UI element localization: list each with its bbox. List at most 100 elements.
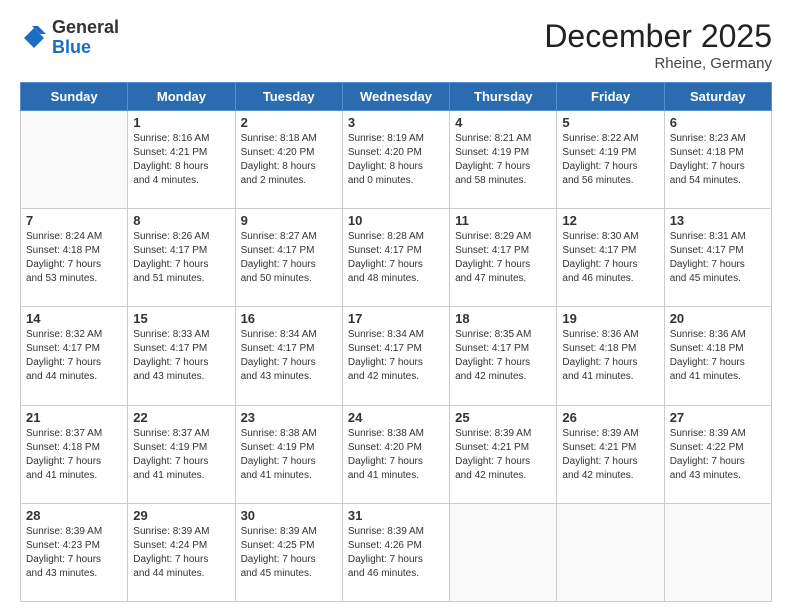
header: General Blue December 2025 Rheine, Germa… bbox=[20, 18, 772, 72]
calendar-cell bbox=[664, 503, 771, 601]
cell-info: Sunrise: 8:39 AMSunset: 4:24 PMDaylight:… bbox=[133, 525, 229, 581]
day-number: 3 bbox=[348, 115, 444, 130]
calendar-cell: 17Sunrise: 8:34 AMSunset: 4:17 PMDayligh… bbox=[342, 307, 449, 405]
cell-info: Sunrise: 8:18 AMSunset: 4:20 PMDaylight:… bbox=[241, 132, 337, 188]
cell-info: Sunrise: 8:23 AMSunset: 4:18 PMDaylight:… bbox=[670, 132, 766, 188]
cell-info: Sunrise: 8:39 AMSunset: 4:22 PMDaylight:… bbox=[670, 427, 766, 483]
cell-info: Sunrise: 8:37 AMSunset: 4:19 PMDaylight:… bbox=[133, 427, 229, 483]
cell-info: Sunrise: 8:34 AMSunset: 4:17 PMDaylight:… bbox=[348, 328, 444, 384]
calendar-cell: 22 Sunrise: 8:37 AMSunset: 4:19 PMDayligh… bbox=[128, 405, 235, 503]
cell-info: Sunrise: 8:38 AMSunset: 4:19 PMDaylight:… bbox=[241, 427, 337, 483]
cell-info: Sunrise: 8:26 AMSunset: 4:17 PMDaylight:… bbox=[133, 230, 229, 286]
calendar-cell: 2 Sunrise: 8:18 AMSunset: 4:20 PMDaylight… bbox=[235, 111, 342, 209]
cell-info: Sunrise: 8:28 AMSunset: 4:17 PMDaylight:… bbox=[348, 230, 444, 286]
calendar-header-saturday: Saturday bbox=[664, 83, 771, 111]
cell-info: Sunrise: 8:21 AMSunset: 4:19 PMDaylight:… bbox=[455, 132, 551, 188]
day-number: 15 bbox=[133, 311, 229, 326]
logo: General Blue bbox=[20, 18, 119, 58]
calendar-cell: 12 Sunrise: 8:30 AMSunset: 4:17 PMDayligh… bbox=[557, 209, 664, 307]
day-number: 22 bbox=[133, 410, 229, 425]
cell-info: Sunrise: 8:39 AMSunset: 4:23 PMDaylight:… bbox=[26, 525, 122, 581]
cell-info: Sunrise: 8:34 AMSunset: 4:17 PMDaylight:… bbox=[241, 328, 337, 384]
calendar-cell bbox=[450, 503, 557, 601]
cell-info: Sunrise: 8:31 AMSunset: 4:17 PMDaylight:… bbox=[670, 230, 766, 286]
calendar-header-wednesday: Wednesday bbox=[342, 83, 449, 111]
calendar-cell: 31 Sunrise: 8:39 AMSunset: 4:26 PMDayligh… bbox=[342, 503, 449, 601]
cell-info: Sunrise: 8:30 AMSunset: 4:17 PMDaylight:… bbox=[562, 230, 658, 286]
day-number: 20 bbox=[670, 311, 766, 326]
calendar-cell: 19 Sunrise: 8:36 AMSunset: 4:18 PMDayligh… bbox=[557, 307, 664, 405]
cell-info: Sunrise: 8:39 AMSunset: 4:26 PMDaylight:… bbox=[348, 525, 444, 581]
cell-info: Sunrise: 8:35 AMSunset: 4:17 PMDaylight:… bbox=[455, 328, 551, 384]
logo-blue-text: Blue bbox=[52, 37, 91, 57]
calendar-week-5: 28 Sunrise: 8:39 AMSunset: 4:23 PMDayligh… bbox=[21, 503, 772, 601]
calendar-cell: 14Sunrise: 8:32 AMSunset: 4:17 PMDayligh… bbox=[21, 307, 128, 405]
calendar-cell: 1 Sunrise: 8:16 AMSunset: 4:21 PMDaylight… bbox=[128, 111, 235, 209]
calendar-week-2: 7Sunrise: 8:24 AMSunset: 4:18 PMDaylight… bbox=[21, 209, 772, 307]
calendar-header-row: SundayMondayTuesdayWednesdayThursdayFrid… bbox=[21, 83, 772, 111]
calendar-cell: 16 Sunrise: 8:34 AMSunset: 4:17 PMDayligh… bbox=[235, 307, 342, 405]
subtitle: Rheine, Germany bbox=[544, 55, 772, 72]
cell-info: Sunrise: 8:39 AMSunset: 4:21 PMDaylight:… bbox=[455, 427, 551, 483]
month-title: December 2025 bbox=[544, 18, 772, 55]
day-number: 2 bbox=[241, 115, 337, 130]
calendar-cell: 28 Sunrise: 8:39 AMSunset: 4:23 PMDayligh… bbox=[21, 503, 128, 601]
cell-info: Sunrise: 8:32 AMSunset: 4:17 PMDaylight:… bbox=[26, 328, 122, 384]
cell-info: Sunrise: 8:36 AMSunset: 4:18 PMDaylight:… bbox=[670, 328, 766, 384]
calendar-cell: 24Sunrise: 8:38 AMSunset: 4:20 PMDayligh… bbox=[342, 405, 449, 503]
calendar-cell: 20 Sunrise: 8:36 AMSunset: 4:18 PMDayligh… bbox=[664, 307, 771, 405]
calendar-cell: 15 Sunrise: 8:33 AMSunset: 4:17 PMDayligh… bbox=[128, 307, 235, 405]
day-number: 25 bbox=[455, 410, 551, 425]
day-number: 16 bbox=[241, 311, 337, 326]
cell-info: Sunrise: 8:19 AMSunset: 4:20 PMDaylight:… bbox=[348, 132, 444, 188]
calendar-cell: 6 Sunrise: 8:23 AMSunset: 4:18 PMDaylight… bbox=[664, 111, 771, 209]
cell-info: Sunrise: 8:27 AMSunset: 4:17 PMDaylight:… bbox=[241, 230, 337, 286]
day-number: 27 bbox=[670, 410, 766, 425]
calendar-cell: 3 Sunrise: 8:19 AMSunset: 4:20 PMDaylight… bbox=[342, 111, 449, 209]
day-number: 19 bbox=[562, 311, 658, 326]
cell-info: Sunrise: 8:16 AMSunset: 4:21 PMDaylight:… bbox=[133, 132, 229, 188]
cell-info: Sunrise: 8:29 AMSunset: 4:17 PMDaylight:… bbox=[455, 230, 551, 286]
calendar-cell: 8Sunrise: 8:26 AMSunset: 4:17 PMDaylight… bbox=[128, 209, 235, 307]
calendar-header-thursday: Thursday bbox=[450, 83, 557, 111]
day-number: 30 bbox=[241, 508, 337, 523]
calendar-cell: 23 Sunrise: 8:38 AMSunset: 4:19 PMDayligh… bbox=[235, 405, 342, 503]
day-number: 12 bbox=[562, 213, 658, 228]
logo-general-text: General bbox=[52, 17, 119, 37]
calendar-cell: 10Sunrise: 8:28 AMSunset: 4:17 PMDayligh… bbox=[342, 209, 449, 307]
logo-icon bbox=[20, 24, 48, 52]
day-number: 23 bbox=[241, 410, 337, 425]
day-number: 26 bbox=[562, 410, 658, 425]
calendar-cell bbox=[557, 503, 664, 601]
cell-info: Sunrise: 8:39 AMSunset: 4:21 PMDaylight:… bbox=[562, 427, 658, 483]
calendar-cell: 7Sunrise: 8:24 AMSunset: 4:18 PMDaylight… bbox=[21, 209, 128, 307]
day-number: 1 bbox=[133, 115, 229, 130]
calendar-header-monday: Monday bbox=[128, 83, 235, 111]
day-number: 9 bbox=[241, 213, 337, 228]
calendar-cell: 26 Sunrise: 8:39 AMSunset: 4:21 PMDayligh… bbox=[557, 405, 664, 503]
day-number: 31 bbox=[348, 508, 444, 523]
day-number: 28 bbox=[26, 508, 122, 523]
cell-info: Sunrise: 8:38 AMSunset: 4:20 PMDaylight:… bbox=[348, 427, 444, 483]
calendar-header-tuesday: Tuesday bbox=[235, 83, 342, 111]
day-number: 6 bbox=[670, 115, 766, 130]
calendar-cell: 25 Sunrise: 8:39 AMSunset: 4:21 PMDayligh… bbox=[450, 405, 557, 503]
day-number: 5 bbox=[562, 115, 658, 130]
calendar-cell: 30Sunrise: 8:39 AMSunset: 4:25 PMDayligh… bbox=[235, 503, 342, 601]
calendar-cell: 11 Sunrise: 8:29 AMSunset: 4:17 PMDayligh… bbox=[450, 209, 557, 307]
day-number: 7 bbox=[26, 213, 122, 228]
page: General Blue December 2025 Rheine, Germa… bbox=[0, 0, 792, 612]
cell-info: Sunrise: 8:36 AMSunset: 4:18 PMDaylight:… bbox=[562, 328, 658, 384]
day-number: 21 bbox=[26, 410, 122, 425]
calendar-header-friday: Friday bbox=[557, 83, 664, 111]
cell-info: Sunrise: 8:37 AMSunset: 4:18 PMDaylight:… bbox=[26, 427, 122, 483]
calendar-week-4: 21 Sunrise: 8:37 AMSunset: 4:18 PMDayligh… bbox=[21, 405, 772, 503]
calendar-cell: 13Sunrise: 8:31 AMSunset: 4:17 PMDayligh… bbox=[664, 209, 771, 307]
cell-info: Sunrise: 8:33 AMSunset: 4:17 PMDaylight:… bbox=[133, 328, 229, 384]
calendar-body: 1 Sunrise: 8:16 AMSunset: 4:21 PMDaylight… bbox=[21, 111, 772, 602]
day-number: 18 bbox=[455, 311, 551, 326]
day-number: 4 bbox=[455, 115, 551, 130]
calendar-cell: 5Sunrise: 8:22 AMSunset: 4:19 PMDaylight… bbox=[557, 111, 664, 209]
day-number: 11 bbox=[455, 213, 551, 228]
calendar-table: SundayMondayTuesdayWednesdayThursdayFrid… bbox=[20, 82, 772, 602]
